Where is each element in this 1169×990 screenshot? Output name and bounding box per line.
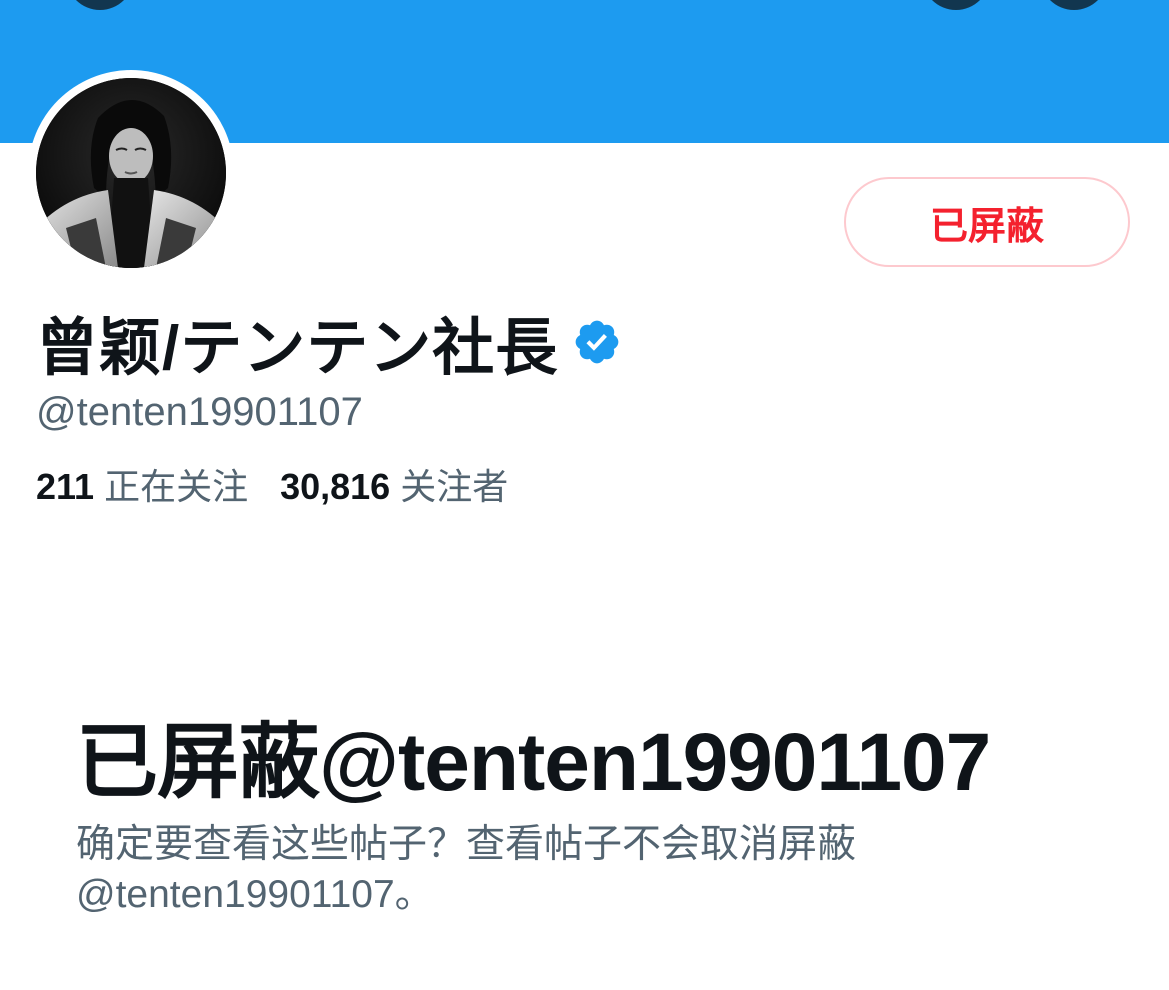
followers-link[interactable]: 30,816 关注者 <box>280 458 508 510</box>
blocked-button[interactable]: 已屏蔽 <box>844 177 1130 267</box>
verified-badge-icon[interactable] <box>572 317 622 367</box>
followers-count: 30,816 <box>280 466 391 507</box>
avatar-photo <box>36 78 226 268</box>
following-link[interactable]: 211 正在关注 <box>36 458 248 510</box>
more-button[interactable] <box>1040 0 1108 10</box>
blocked-notice-title: 已屏蔽@tenten19901107 <box>76 717 991 808</box>
display-name-row: 曾颖/テンテン社長 <box>36 302 622 383</box>
back-button[interactable] <box>66 0 134 10</box>
avatar[interactable] <box>36 78 226 268</box>
profile-handle: @tenten19901107 <box>36 390 363 434</box>
blocked-notice-description: 确定要查看这些帖子？查看帖子不会取消屏蔽 @tenten19901107。 <box>76 823 857 916</box>
avatar-frame <box>28 70 234 276</box>
following-label: 正在关注 <box>104 466 249 507</box>
profile-stats: 211 正在关注 30,816 关注者 <box>36 458 508 510</box>
following-count: 211 <box>36 466 95 507</box>
display-name: 曾颖/テンテン社長 <box>36 314 559 383</box>
search-button[interactable] <box>922 0 990 10</box>
followers-label: 关注者 <box>400 466 509 507</box>
profile-page: 已屏蔽 曾颖/テンテン社長 @tenten19901107 211 正在关注 3… <box>0 0 1169 990</box>
